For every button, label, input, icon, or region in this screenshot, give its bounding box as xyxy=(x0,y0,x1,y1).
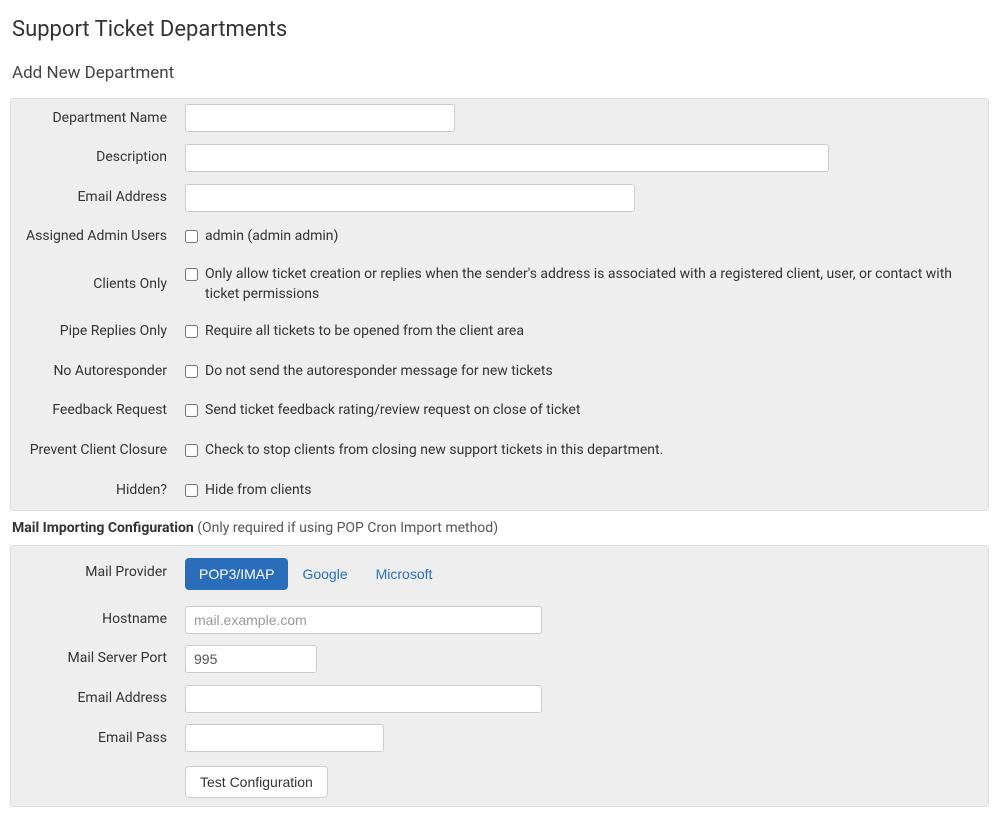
label-mail-port: Mail Server Port xyxy=(11,639,177,679)
tab-google[interactable]: Google xyxy=(288,558,361,590)
label-hostname: Hostname xyxy=(11,600,177,640)
tab-microsoft[interactable]: Microsoft xyxy=(362,558,447,590)
email-address-input[interactable] xyxy=(185,184,635,212)
clients-only-desc: Only allow ticket creation or replies wh… xyxy=(205,265,980,304)
assigned-admin-option: admin (admin admin) xyxy=(205,227,338,247)
label-no-autoresponder: No Autoresponder xyxy=(11,352,177,392)
label-email-address: Email Address xyxy=(11,178,177,218)
label-mail-pass: Email Pass xyxy=(11,719,177,759)
mail-provider-tabs: POP3/IMAP Google Microsoft xyxy=(185,558,446,590)
label-mail-provider: Mail Provider xyxy=(11,546,177,600)
label-mail-email: Email Address xyxy=(11,679,177,719)
department-name-input[interactable] xyxy=(185,104,455,132)
hostname-input[interactable] xyxy=(185,606,542,634)
mail-config-title: Mail Importing Configuration xyxy=(12,520,194,536)
prevent-closure-checkbox[interactable] xyxy=(185,444,198,457)
label-pipe-replies: Pipe Replies Only xyxy=(11,312,177,352)
hidden-desc: Hide from clients xyxy=(205,481,312,501)
tab-pop3-imap[interactable]: POP3/IMAP xyxy=(185,558,288,590)
department-form-panel: Department Name Description Email Addres… xyxy=(10,98,989,512)
hidden-checkbox[interactable] xyxy=(185,484,198,497)
label-test-config xyxy=(11,758,177,806)
page-title: Support Ticket Departments xyxy=(12,15,989,46)
pipe-replies-desc: Require all tickets to be opened from th… xyxy=(205,322,524,342)
mail-port-input[interactable] xyxy=(185,645,317,673)
mail-config-heading: Mail Importing Configuration (Only requi… xyxy=(12,519,989,539)
label-prevent-closure: Prevent Client Closure xyxy=(11,431,177,471)
clients-only-checkbox[interactable] xyxy=(185,268,198,281)
feedback-request-desc: Send ticket feedback rating/review reque… xyxy=(205,401,580,421)
label-clients-only: Clients Only xyxy=(11,257,177,312)
no-autoresponder-checkbox[interactable] xyxy=(185,365,198,378)
label-department-name: Department Name xyxy=(11,99,177,139)
label-hidden: Hidden? xyxy=(11,471,177,511)
no-autoresponder-desc: Do not send the autoresponder message fo… xyxy=(205,362,553,382)
feedback-request-checkbox[interactable] xyxy=(185,404,198,417)
assigned-admin-checkbox[interactable] xyxy=(185,230,198,243)
label-assigned-admins: Assigned Admin Users xyxy=(11,217,177,257)
pipe-replies-checkbox[interactable] xyxy=(185,325,198,338)
mail-config-panel: Mail Provider POP3/IMAP Google Microsoft… xyxy=(10,545,989,807)
mail-config-sub: (Only required if using POP Cron Import … xyxy=(197,520,498,536)
test-configuration-button[interactable]: Test Configuration xyxy=(185,766,328,798)
label-feedback-request: Feedback Request xyxy=(11,391,177,431)
description-input[interactable] xyxy=(185,144,829,172)
section-title: Add New Department xyxy=(12,62,989,86)
mail-email-input[interactable] xyxy=(185,685,542,713)
mail-pass-input[interactable] xyxy=(185,724,384,752)
label-description: Description xyxy=(11,138,177,178)
prevent-closure-desc: Check to stop clients from closing new s… xyxy=(205,441,663,461)
